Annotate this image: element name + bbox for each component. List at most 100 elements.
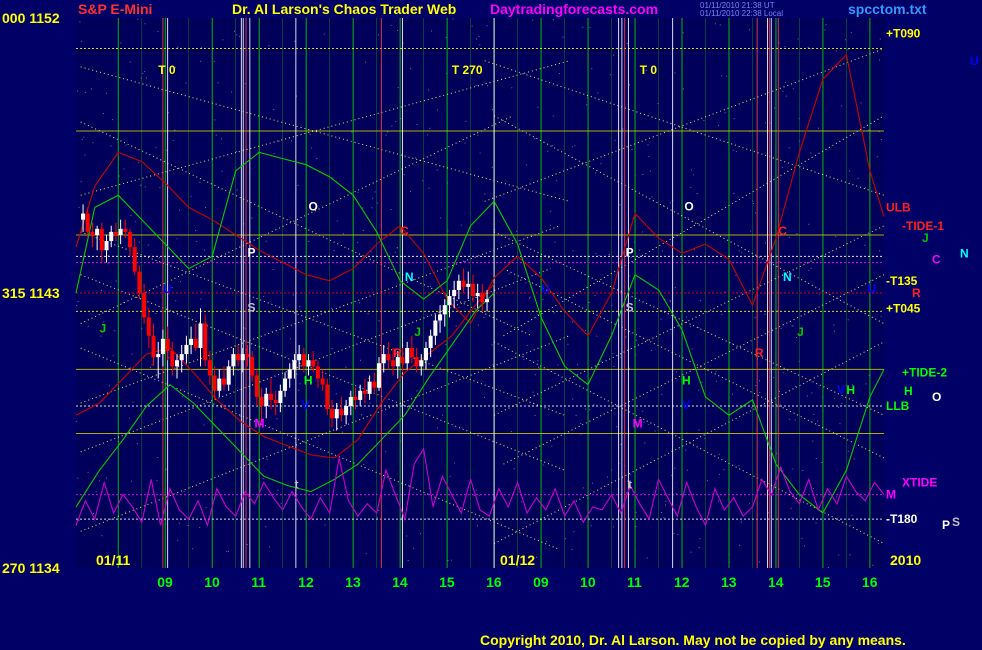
right-level-label: H (904, 384, 913, 398)
star-dot (205, 507, 207, 509)
star-dot (534, 138, 536, 140)
star-dot (529, 296, 531, 298)
star-dot (323, 33, 325, 35)
star-dot (703, 120, 705, 121)
star-dot (662, 250, 663, 252)
star-dot (700, 300, 702, 302)
star-dot (733, 192, 735, 194)
star-dot (572, 250, 574, 252)
planet-label: M (255, 416, 265, 430)
star-dot (391, 125, 393, 127)
star-dot (246, 544, 248, 545)
star-dot (131, 353, 133, 355)
price-bar (301, 354, 306, 367)
right-level-label: XTIDE (902, 475, 937, 489)
star-dot (582, 26, 584, 28)
price-bar (203, 323, 208, 361)
star-dot (142, 72, 144, 74)
right-level-label: ULB (886, 200, 911, 214)
star-dot (335, 393, 337, 395)
star-dot (674, 467, 676, 469)
star-dot (687, 469, 689, 471)
star-dot (367, 377, 369, 379)
star-dot (449, 475, 451, 477)
star-dot (156, 480, 158, 482)
price-bar (461, 280, 466, 287)
star-dot (407, 560, 409, 561)
star-dot (597, 92, 599, 94)
star-dot (465, 120, 467, 122)
star-dot (269, 312, 271, 313)
star-dot (774, 107, 776, 109)
hour-tick-label: 09 (533, 574, 549, 590)
planet-label: R (393, 346, 402, 360)
price-bar (165, 338, 170, 352)
star-dot (721, 75, 723, 77)
star-dot (740, 521, 742, 523)
star-dot (748, 29, 750, 31)
star-dot (595, 253, 597, 255)
star-dot (175, 300, 177, 302)
star-dot (107, 263, 109, 265)
star-dot (159, 187, 161, 189)
star-dot (159, 257, 160, 259)
star-dot (178, 522, 180, 524)
star-dot (791, 517, 793, 519)
star-dot (81, 138, 83, 140)
star-dot (195, 230, 197, 231)
star-dot (450, 559, 452, 561)
star-dot (663, 517, 665, 519)
star-dot (780, 327, 782, 329)
star-dot (648, 156, 650, 158)
star-dot (660, 318, 662, 320)
star-dot (289, 338, 291, 340)
star-dot (812, 440, 814, 442)
star-dot (600, 360, 602, 362)
star-dot (372, 197, 374, 199)
right-level-label: -T180 (886, 512, 918, 526)
price-bar (240, 354, 245, 361)
planet-label: U (541, 282, 550, 296)
star-dot (523, 358, 525, 360)
star-dot (265, 240, 267, 242)
hour-tick-label: 14 (768, 574, 784, 590)
star-dot (277, 489, 279, 491)
star-dot (673, 533, 675, 535)
price-bar (123, 228, 128, 232)
star-dot (378, 320, 380, 322)
star-dot (838, 406, 839, 408)
star-dot (682, 88, 684, 90)
star-dot (836, 496, 838, 498)
planet-label: S (247, 300, 255, 314)
star-dot (738, 250, 740, 252)
star-dot (179, 209, 180, 211)
price-bar (236, 354, 241, 361)
star-dot (125, 511, 126, 513)
star-dot (145, 77, 147, 79)
star-dot (556, 180, 558, 182)
star-dot (847, 450, 849, 452)
star-dot (526, 164, 528, 166)
planet-label: V (837, 383, 845, 397)
star-dot (420, 533, 421, 535)
star-dot (753, 203, 754, 204)
star-dot (804, 545, 805, 547)
star-dot (478, 494, 480, 496)
star-dot (865, 383, 867, 385)
price-bar (90, 231, 95, 235)
star-dot (876, 156, 878, 158)
star-dot (575, 414, 577, 416)
star-dot (331, 348, 333, 350)
star-dot (571, 548, 573, 550)
star-dot (360, 359, 361, 361)
star-dot (266, 458, 268, 460)
star-dot (812, 488, 814, 489)
price-bar (334, 409, 339, 419)
star-dot (464, 142, 466, 144)
star-dot (484, 396, 485, 398)
price-bar (95, 228, 100, 235)
star-dot (406, 535, 408, 537)
star-dot (263, 295, 265, 297)
y-tick-label: 315 1143 (2, 285, 60, 301)
star-dot (120, 42, 122, 44)
